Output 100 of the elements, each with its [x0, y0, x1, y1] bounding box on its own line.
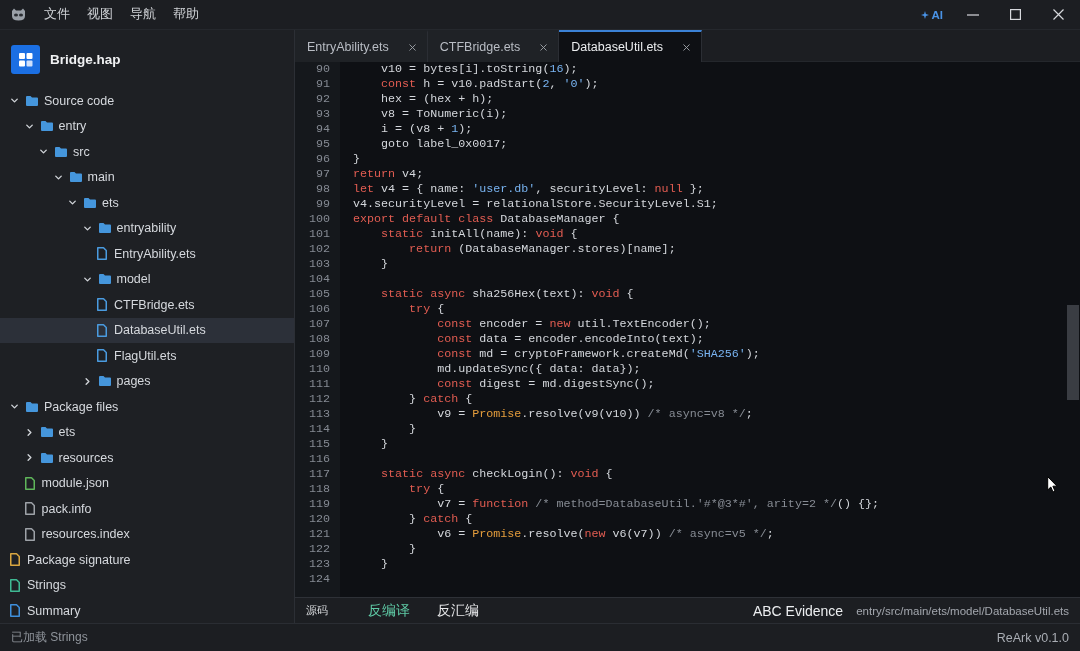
- code-line: }: [409, 542, 417, 557]
- scrollbar-thumb[interactable]: [1067, 305, 1079, 400]
- code-line: v4.securityLevel = relationalStore.SecurityLevel.S1;: [353, 197, 718, 212]
- close-icon[interactable]: [1053, 9, 1064, 20]
- app-grid-icon: [11, 45, 40, 74]
- code-line: static async sha256Hex(text): void {: [381, 287, 634, 302]
- minimize-icon[interactable]: [966, 13, 979, 16]
- tree-item[interactable]: Strings: [0, 572, 294, 598]
- code-line: return (DatabaseManager.stores)[name];: [409, 242, 676, 257]
- code-line: v6 = Promise.resolve(new v6(v7)) /* async=v5 */;: [437, 527, 774, 542]
- file-path: entry/src/main/ets/model/DatabaseUtil.ets: [856, 604, 1069, 617]
- tree-item[interactable]: DatabaseUtil.ets: [0, 317, 294, 343]
- line-number: 107: [307, 317, 331, 332]
- folder-icon: [84, 197, 96, 208]
- line-number: 96: [314, 152, 331, 167]
- line-number: 124: [307, 572, 331, 587]
- code-line: static initAll(name): void {: [381, 227, 578, 242]
- menu-item[interactable]: 文件: [44, 6, 70, 23]
- line-number: 95: [314, 137, 331, 152]
- tree-item[interactable]: FlagUtil.ets: [0, 343, 294, 369]
- tree-item[interactable]: entry: [0, 113, 294, 139]
- line-number: 94: [314, 122, 331, 137]
- code-line: }: [381, 557, 389, 572]
- line-number: 122: [307, 542, 331, 557]
- close-icon[interactable]: [406, 41, 418, 53]
- code-line: }: [381, 437, 389, 452]
- line-number: 123: [307, 557, 331, 572]
- ai-button[interactable]: AI: [920, 8, 943, 21]
- line-number: 111: [307, 377, 331, 392]
- line-number: 115: [307, 437, 331, 452]
- tree-item[interactable]: Package signature: [0, 547, 294, 573]
- line-number: 105: [307, 287, 331, 302]
- folder-icon: [98, 274, 111, 285]
- tree-item[interactable]: model: [0, 266, 294, 292]
- line-number: 99: [314, 197, 331, 212]
- folder-icon: [40, 121, 53, 132]
- line-number: 112: [307, 392, 331, 407]
- maximize-icon[interactable]: [1010, 9, 1021, 20]
- tree-item[interactable]: pages: [0, 368, 294, 394]
- line-number: 102: [307, 242, 331, 257]
- tree-item[interactable]: pack.info: [0, 496, 294, 522]
- line-number: 108: [307, 332, 331, 347]
- line-number: 110: [307, 362, 331, 377]
- code-line: v9 = Promise.resolve(v9(v10)) /* async=v8 */;: [437, 407, 753, 422]
- code-line: const data = encoder.encodeInto(text);: [437, 332, 704, 347]
- line-number: 97: [314, 167, 331, 182]
- code-line: try {: [409, 482, 445, 497]
- tab[interactable]: CTFBridge.ets: [427, 30, 560, 62]
- line-number: 90: [314, 62, 331, 77]
- tree-item[interactable]: Summary: [0, 598, 294, 623]
- tree-item[interactable]: CTFBridge.ets: [0, 292, 294, 318]
- tab[interactable]: EntryAbility.ets: [295, 30, 428, 62]
- code-line: try {: [409, 302, 445, 317]
- tree-item[interactable]: Package files: [0, 394, 294, 420]
- line-number: 118: [307, 482, 331, 497]
- view-tab[interactable]: 反编译: [368, 601, 410, 620]
- folder-icon: [40, 452, 53, 463]
- code-line: v10 = bytes[i].toString(16);: [381, 62, 578, 77]
- folder-icon: [55, 146, 67, 157]
- tree-item[interactable]: ets: [0, 190, 294, 216]
- line-number: 92: [314, 92, 331, 107]
- tree-item[interactable]: src: [0, 139, 294, 165]
- tree-item[interactable]: main: [0, 164, 294, 190]
- code-line: md.updateSync({ data: data});: [437, 362, 641, 377]
- line-number: 101: [307, 227, 331, 242]
- code-line: v7 = function /* method=DatabaseUtil.'#*@3*#', arity=2 */() {};: [437, 497, 880, 512]
- tree-item[interactable]: module.json: [0, 470, 294, 496]
- tab[interactable]: DatabaseUtil.ets: [559, 30, 703, 62]
- source-button[interactable]: 源码: [306, 603, 328, 618]
- close-icon[interactable]: [538, 41, 550, 53]
- line-number: 120: [307, 512, 331, 527]
- code-line: goto label_0x0017;: [381, 137, 508, 152]
- menu-item[interactable]: 导航: [130, 6, 156, 23]
- code-line: } catch {: [409, 392, 473, 407]
- code-line: const md = cryptoFramework.createMd('SHA256');: [437, 347, 760, 362]
- version-label: ReArk v0.1.0: [996, 630, 1069, 645]
- tree-item[interactable]: EntryAbility.ets: [0, 241, 294, 267]
- tree-item[interactable]: entryability: [0, 215, 294, 241]
- status-message: 已加载 Strings: [11, 629, 88, 646]
- tree-item[interactable]: resources.index: [0, 521, 294, 547]
- tree-item[interactable]: resources: [0, 445, 294, 471]
- line-number: 114: [307, 422, 331, 437]
- code-line: let v4 = { name: 'user.db', securityLevel: null };: [353, 182, 704, 197]
- menu-item[interactable]: 帮助: [173, 6, 199, 23]
- tree-item[interactable]: ets: [0, 419, 294, 445]
- view-tab[interactable]: 反汇编: [437, 601, 479, 620]
- line-number: 98: [314, 182, 331, 197]
- code-line: }: [381, 257, 389, 272]
- app-logo-icon: [11, 8, 26, 21]
- line-number: 119: [307, 497, 331, 512]
- project-name: Bridge.hap: [50, 52, 121, 67]
- menu-item[interactable]: 视图: [87, 6, 113, 23]
- code-line: } catch {: [409, 512, 473, 527]
- tree-item[interactable]: Source code: [0, 88, 294, 114]
- line-number: 113: [307, 407, 331, 422]
- folder-icon: [26, 401, 38, 412]
- code-line: const digest = md.digestSync();: [437, 377, 655, 392]
- close-icon[interactable]: [681, 41, 693, 53]
- code-line: }: [353, 152, 360, 167]
- sparkle-icon: [920, 10, 929, 19]
